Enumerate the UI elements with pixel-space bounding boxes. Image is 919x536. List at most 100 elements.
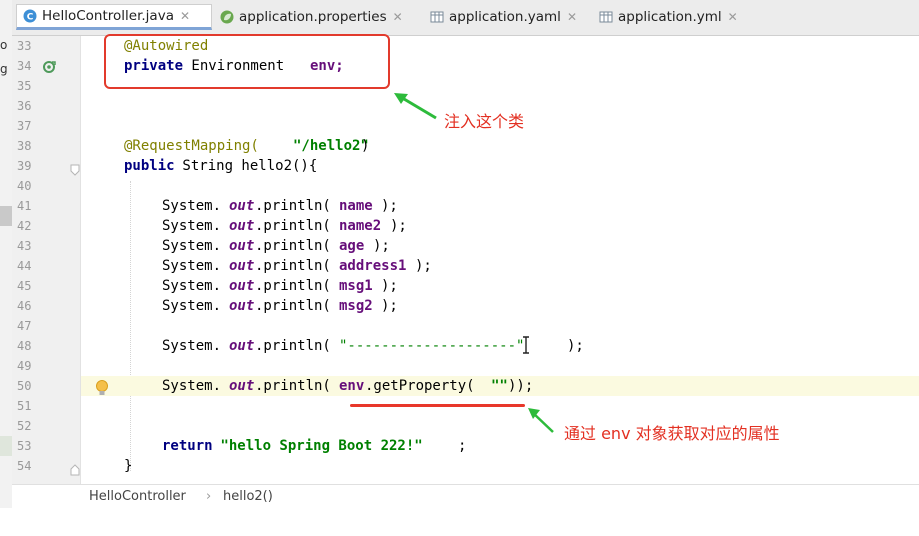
out-field: out: [229, 278, 255, 294]
line-number: 51: [17, 399, 32, 413]
yaml-file-icon: [430, 10, 444, 24]
tab-label: application.properties: [239, 9, 387, 25]
svg-text:C: C: [27, 13, 34, 23]
system-class: System.: [162, 198, 222, 214]
out-field: out: [229, 218, 255, 234]
code-line-54: }: [81, 456, 919, 476]
line-number: 41: [17, 199, 32, 213]
system-class: System.: [162, 298, 222, 314]
tab-label: application.yml: [618, 9, 722, 25]
line-number: 45: [17, 279, 32, 293]
system-class: System.: [162, 218, 222, 234]
project-tree-selected-row[interactable]: [0, 206, 12, 226]
line-number: 39: [17, 159, 32, 173]
annotation-request-mapping: @RequestMapping(: [124, 138, 259, 154]
out-field: out: [229, 338, 255, 354]
close-paren: );: [567, 338, 584, 354]
out-field: out: [229, 258, 255, 274]
get-property-call: .getProperty(: [365, 378, 475, 394]
breadcrumb-class[interactable]: HelloController: [89, 489, 186, 504]
line-number: 37: [17, 119, 32, 133]
out-field: out: [229, 238, 255, 254]
line-number: 53: [17, 439, 32, 453]
method-signature: String hello2(){: [174, 158, 318, 174]
out-field: out: [229, 298, 255, 314]
system-class: System.: [162, 278, 222, 294]
close-icon[interactable]: ✕: [567, 10, 577, 24]
arg-address1: address1: [339, 258, 407, 274]
line-number: 43: [17, 239, 32, 253]
system-class: System.: [162, 238, 222, 254]
lightbulb-icon[interactable]: [95, 379, 109, 401]
code-line-38: @RequestMapping( "/hello2" ): [81, 136, 919, 156]
println-call: .println(: [255, 278, 331, 294]
code-line-42: System. out .println(name2);: [81, 216, 919, 236]
keyword-public: public: [124, 158, 175, 174]
line-number: 33: [17, 39, 32, 53]
code-line-50-current: System. out .println( env .getProperty( ""));: [81, 376, 919, 396]
println-call: .println(: [255, 338, 331, 354]
project-tree-row[interactable]: [0, 436, 12, 456]
breadcrumb: HelloController › hello2(): [12, 484, 919, 509]
tab-label: application.yaml: [449, 9, 561, 25]
text-cursor-icon: [521, 336, 531, 358]
line-number: 46: [17, 299, 32, 313]
highlight-box: [104, 34, 390, 89]
close-paren: ));: [508, 378, 534, 394]
line-number: 42: [17, 219, 32, 233]
field-env-ref: env: [339, 378, 365, 394]
println-call: .println(: [255, 258, 331, 274]
bean-navigation-icon[interactable]: [42, 59, 56, 78]
string-hello2-path: "/hello2": [293, 138, 369, 154]
line-number: 50: [17, 379, 32, 393]
tab-application-yml[interactable]: application.yml ✕: [593, 4, 751, 30]
close-paren: );: [390, 218, 407, 234]
fold-marker-icon[interactable]: [70, 461, 80, 480]
line-number: 47: [17, 319, 32, 333]
arg-age: age: [339, 238, 365, 254]
string-hello-spring-boot: "hello Spring Boot 222!": [212, 438, 423, 454]
paren: ): [361, 138, 370, 154]
line-number: 40: [17, 179, 32, 193]
println-call: .println(: [255, 238, 331, 254]
string-separator: "--------------------": [339, 338, 525, 354]
code-line-46: System. out .println(msg2);: [81, 296, 919, 316]
code-editor[interactable]: @Autowired private Environment env; @Req…: [81, 36, 919, 484]
code-line-39: public String hello2(){: [81, 156, 919, 176]
code-line-53: return "hello Spring Boot 222!" ;: [81, 436, 919, 456]
fold-marker-icon[interactable]: [70, 161, 80, 180]
editor-tab-bar: C HelloController.java ✕ application.pro…: [12, 0, 919, 36]
empty-string: "": [491, 378, 508, 394]
line-number: 49: [17, 359, 32, 373]
println-call: .println(: [255, 298, 331, 314]
code-line-43: System. out .println( age);: [81, 236, 919, 256]
editor-gutter[interactable]: 33 34 35 36 37 38 39 40 41 42 43 44 45 4…: [12, 36, 81, 484]
keyword-return: return: [162, 438, 213, 454]
breadcrumb-method[interactable]: hello2(): [223, 489, 273, 504]
close-icon[interactable]: ✕: [393, 10, 403, 24]
close-paren: );: [373, 238, 390, 254]
close-paren: );: [381, 278, 398, 294]
close-icon[interactable]: ✕: [180, 9, 190, 23]
breadcrumb-separator: ›: [206, 489, 212, 504]
tab-label: HelloController.java: [42, 8, 174, 24]
system-class: System.: [162, 258, 222, 274]
out-field: out: [229, 378, 255, 394]
code-line-41: System. out .println(name);: [81, 196, 919, 216]
tab-application-properties[interactable]: application.properties ✕: [214, 4, 422, 30]
close-icon[interactable]: ✕: [728, 10, 738, 24]
arrow-icon: [394, 93, 437, 120]
annotation-note-env: 通过 env 对象获取对应的属性: [564, 424, 780, 443]
close-paren: );: [381, 198, 398, 214]
code-line-45: System. out .println(msg1);: [81, 276, 919, 296]
code-line-44: System. out .println( address1);: [81, 256, 919, 276]
close-paren: );: [415, 258, 432, 274]
system-class: System.: [162, 378, 222, 394]
line-number: 38: [17, 139, 32, 153]
highlight-underline: [350, 404, 525, 407]
tab-application-yaml[interactable]: application.yaml ✕: [424, 4, 590, 30]
arg-msg2: msg2: [339, 298, 373, 314]
tab-hello-controller[interactable]: C HelloController.java ✕: [16, 4, 212, 30]
line-number: 52: [17, 419, 32, 433]
println-call: .println(: [255, 378, 331, 394]
